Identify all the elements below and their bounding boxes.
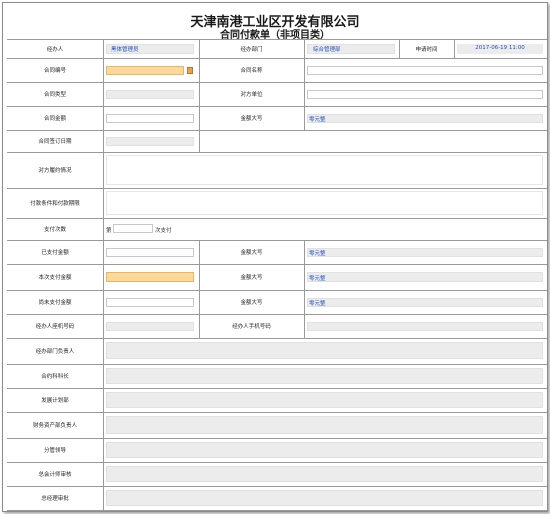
paid-upper-value: 零元整 [309,251,326,257]
handler-label: 经办人 [46,47,64,53]
unpaid-upper-value: 零元整 [309,301,326,307]
finance-head-label: 财务资产部负责人 [32,423,77,429]
unpaid-upper-field [307,298,543,307]
chief-accountant-label: 总会计师审核 [38,472,72,478]
this-upper-field [307,272,543,282]
chief-accountant-field [106,466,543,482]
dev-dept-label: 发展计划部 [41,398,69,404]
unpaid-amount-label: 尚未支付金额 [38,300,72,306]
row-this-amount: 本次支付金额 金额大写 零元整 [7,264,547,291]
pay-times-suffix: 次支付 [155,228,172,234]
sign-date-label: 合同签订日期 [38,139,72,145]
paid-upper-field [307,248,543,257]
dept-head-label: 经办部门负责人 [35,349,75,355]
paid-upper-label: 金额大写 [240,250,263,256]
row-contract-type: 合同类型 对方单位 [7,82,547,107]
contract-name-input[interactable] [307,66,543,75]
dept-head-field [106,342,543,359]
row-handler: 经办人 黑体管理员 经办部门 综合管理部 申请时间 2017-06-19 11:… [7,40,547,59]
unpaid-upper-label: 金额大写 [240,300,263,306]
row-contract-amount: 合同金额 金额大写 零元整 [7,106,547,131]
contract-section-field [106,368,543,384]
row-dev-dept: 发展计划部 [7,388,547,413]
paid-amount-input[interactable] [106,248,194,257]
handler-phone-input[interactable] [106,322,194,331]
counterparty-label: 对方单位 [240,92,263,98]
pay-times-input[interactable] [113,224,153,233]
row-dept-head: 经办部门负责人 [7,338,547,365]
performance-textarea[interactable] [106,155,543,185]
handler-dept-label: 经办部门 [240,47,263,53]
pay-times-label: 支付次数 [43,227,66,233]
apply-time-label: 申请时间 [415,47,438,53]
this-upper-value: 零元整 [309,276,326,282]
contract-amount-label: 合同金额 [43,116,66,122]
contract-no-input[interactable] [106,66,184,75]
counterparty-input[interactable] [307,90,543,99]
row-paid-amount: 已支付金额 金额大写 零元整 [7,240,547,265]
this-amount-label: 本次支付金额 [38,275,72,281]
row-chief-accountant: 总会计师审核 [7,462,547,487]
handler-value: 黑体管理员 [111,47,139,53]
pay-terms-textarea[interactable] [106,191,543,215]
sign-date-field [106,137,194,146]
row-contract-section: 合约科科长 [7,364,547,389]
amount-upper-label: 金额大写 [240,116,263,122]
contract-type-field [106,90,194,99]
row-performance: 对方履约情况 [7,152,547,189]
lookup-icon[interactable] [187,67,193,74]
row-finance-head: 财务资产部负责人 [7,412,547,439]
leader-field [106,442,543,458]
gm-field [106,490,543,506]
row-pay-times: 支付次数 第 次支付 [7,218,547,241]
unpaid-amount-input[interactable] [106,298,194,307]
row-unpaid-amount: 尚未支付金额 金额大写 零元整 [7,290,547,315]
paid-amount-label: 已支付金额 [41,250,69,256]
contract-name-label: 合同名称 [240,68,263,74]
contract-type-label: 合同类型 [43,92,66,98]
form-table: 经办人 黑体管理员 经办部门 综合管理部 申请时间 2017-06-19 11:… [7,39,547,512]
handler-mobile-label: 经办人手机号码 [232,324,271,330]
apply-time-field: 2017-06-19 11:00 [457,44,543,54]
handler-phone-label: 经办人座机号码 [35,324,75,330]
amount-upper-field [307,114,543,123]
contract-no-label: 合同编号 [43,68,66,74]
row-sign-date: 合同签订日期 [7,130,547,153]
gm-label: 总经理审批 [41,496,69,502]
pay-times-prefix: 第 [106,228,112,234]
finance-head-field [106,416,543,434]
dev-dept-field [106,392,543,408]
this-upper-label: 金额大写 [240,275,263,281]
row-leader: 分管领导 [7,438,547,463]
row-gm: 总经理审批 [7,486,547,511]
contract-amount-input[interactable] [106,114,194,123]
leader-label: 分管领导 [43,448,66,454]
performance-label: 对方履约情况 [38,168,72,174]
contract-section-label: 合约科科长 [41,374,69,380]
row-phones: 经办人座机号码 经办人手机号码 [7,314,547,339]
handler-dept-value: 综合管理部 [313,47,341,53]
form-window: 天津南港工业区开发有限公司 合同付款单（非项目类） 经办人 黑体管理员 经办部门… [2,2,548,512]
row-contract-no: 合同编号 合同名称 [7,58,547,83]
handler-mobile-input[interactable] [307,322,543,331]
amount-upper-value: 零元整 [309,117,326,123]
this-amount-input[interactable] [106,272,194,282]
pay-terms-label: 付款条件和付款期限 [30,201,80,207]
row-pay-terms: 付款条件和付款期限 [7,188,547,219]
